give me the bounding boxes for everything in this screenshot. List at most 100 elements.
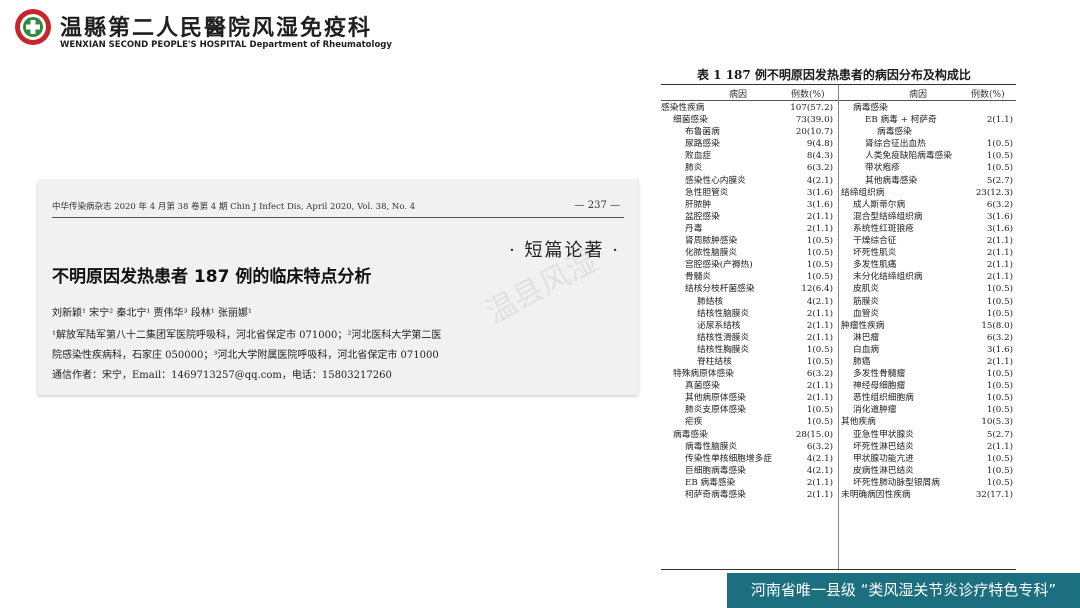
- cause-name: 其他病毒感染: [865, 175, 918, 186]
- cause-name: 肝脓肿: [685, 199, 712, 210]
- cause-name: 柯萨奇病毒感染: [685, 490, 746, 500]
- cause-name: 肿瘤性疾病: [841, 320, 885, 331]
- col-header-value-right: 例数(%): [971, 90, 1005, 100]
- cause-name: 细菌感染: [673, 115, 708, 126]
- case-count: 1(0.5): [986, 139, 1013, 150]
- table-row: 皮病性淋巴结炎 1(0.5): [841, 465, 1017, 477]
- col-header-name-right: 病因: [909, 90, 928, 100]
- cause-name: 病毒性脑膜炎: [685, 441, 738, 452]
- table-row: 恶性组织细胞病 1(0.5): [841, 392, 1017, 404]
- cause-name: 丹毒: [685, 223, 703, 234]
- cause-name: 多发性骨髓瘤: [853, 369, 906, 380]
- table-row: 脊柱结核 1(0.5): [661, 356, 837, 368]
- cause-name: 宫腔感染(产褥热): [685, 260, 753, 271]
- table-row: 丹毒 2(1.1): [661, 223, 837, 235]
- case-count: 6(3.2): [986, 332, 1013, 343]
- cause-name: 血管炎: [853, 308, 880, 319]
- table-row: 细菌感染 73(39.0): [661, 114, 837, 126]
- cause-name: 肺炎支原体感染: [685, 405, 746, 416]
- header-rule: [52, 217, 624, 218]
- cause-name: 未明确病因性疾病: [841, 490, 911, 500]
- case-count: 1(0.5): [806, 405, 833, 416]
- cause-name: 神经母细胞瘤: [853, 381, 906, 392]
- case-count: 5(2.7): [986, 429, 1013, 440]
- table-row: 巨细胞病毒感染 4(2.1): [661, 465, 837, 477]
- cause-name: 结缔组织病: [841, 187, 885, 198]
- cause-name: 带状疱疹: [865, 163, 900, 174]
- cause-name: 败血症: [685, 151, 712, 162]
- table-row: 骨髓炎 1(0.5): [661, 271, 837, 283]
- table-row: 肾综合征出血热 1(0.5): [841, 138, 1017, 150]
- table-row: 消化道肿瘤 1(0.5): [841, 404, 1017, 416]
- case-count: 2(1.1): [806, 332, 833, 343]
- case-count: 2(1.1): [986, 356, 1013, 367]
- cause-name: 结核分枝杆菌感染: [685, 284, 755, 295]
- table-row: 化脓性脑膜炎 1(0.5): [661, 247, 837, 259]
- journal-line: 中华传染病杂志 2020 年 4 月第 38 卷第 4 期 Chin J Inf…: [52, 202, 416, 212]
- cause-name: 多发性肌痛: [853, 260, 897, 271]
- cause-name: 坏死性肌炎: [853, 248, 897, 259]
- table-row: 筋膜炎 1(0.5): [841, 296, 1017, 308]
- table-row: 病毒感染: [841, 126, 1017, 138]
- case-count: 2(1.1): [806, 477, 833, 488]
- table-row: 病毒感染: [841, 102, 1017, 114]
- case-count: 3(1.6): [986, 223, 1013, 234]
- cause-name: 白血病: [853, 344, 880, 355]
- cause-name: 肺癌: [853, 356, 871, 367]
- case-count: 2(1.1): [986, 248, 1013, 259]
- cause-name: 筋膜炎: [853, 296, 880, 307]
- case-count: 6(3.2): [806, 369, 833, 380]
- case-count: 1(0.5): [986, 453, 1013, 464]
- table-row: 肾周脓肿感染 1(0.5): [661, 235, 837, 247]
- cause-name: 骨髓炎: [685, 272, 712, 283]
- cause-name: 真菌感染: [685, 381, 720, 392]
- case-count: 3(1.6): [806, 187, 833, 198]
- case-count: 1(0.5): [986, 405, 1013, 416]
- cause-name: 特殊病原体感染: [673, 369, 734, 380]
- table-row: 结核性脑膜炎 2(1.1): [661, 308, 837, 320]
- table-row: 人类免疫缺陷病毒感染 1(0.5): [841, 150, 1017, 162]
- case-count: 3(1.6): [806, 199, 833, 210]
- cause-name: 坏死性肺动脉型银屑病: [853, 477, 940, 488]
- case-count: 6(3.2): [986, 199, 1013, 210]
- paper-authors: 刘新颖¹ 宋宁² 秦北宁¹ 贾伟华³ 段林¹ 张丽娜¹: [52, 308, 252, 319]
- cause-name: 结核性脑膜炎: [697, 308, 750, 319]
- page-number: — 237 —: [574, 200, 620, 211]
- cause-name: 甲状腺功能亢进: [853, 453, 914, 464]
- cause-name: 肺炎: [685, 163, 703, 174]
- cause-name: 尿路感染: [685, 139, 720, 150]
- column-divider: [838, 85, 839, 569]
- case-count: 9(4.8): [806, 139, 833, 150]
- table-row: 干燥综合征 2(1.1): [841, 235, 1017, 247]
- table-row: 未分化结缔组织病 2(1.1): [841, 271, 1017, 283]
- case-count: 1(0.5): [806, 248, 833, 259]
- case-count: 1(0.5): [806, 272, 833, 283]
- case-count: 1(0.5): [986, 477, 1013, 488]
- cause-name: 肺结核: [697, 296, 724, 307]
- case-count: 1(0.5): [986, 151, 1013, 162]
- cause-name: 淋巴瘤: [853, 332, 880, 343]
- table-row: 肺结核 4(2.1): [661, 296, 837, 308]
- cause-name: 消化道肿瘤: [853, 405, 897, 416]
- case-count: 6(3.2): [806, 441, 833, 452]
- cause-name: 病毒感染: [877, 127, 912, 138]
- case-count: 2(1.1): [806, 223, 833, 234]
- case-count: 1(0.5): [986, 284, 1013, 295]
- table-row: 其他病原体感染 2(1.1): [661, 392, 837, 404]
- case-count: 4(2.1): [806, 465, 833, 476]
- cause-name: 巨细胞病毒感染: [685, 465, 746, 476]
- table-column-right: 病毒感染 EB 病毒 + 柯萨奇 2(1.1) 病毒感染 肾综合征出血热 1(0.5) 人类…: [841, 102, 1017, 501]
- cause-name: 感染性疾病: [661, 103, 705, 113]
- case-count: 32(17.1): [975, 490, 1013, 500]
- cause-name: 结核性滑膜炎: [697, 332, 750, 343]
- table-row: 亚急性甲状腺炎 5(2.7): [841, 429, 1017, 441]
- table-row: 柯萨奇病毒感染 2(1.1): [661, 489, 837, 501]
- table-row: 真菌感染 2(1.1): [661, 380, 837, 392]
- table-row: 混合型结缔组织病 3(1.6): [841, 211, 1017, 223]
- table-row: 结缔组织病 23(12.3): [841, 187, 1017, 199]
- case-count: 1(0.5): [806, 344, 833, 355]
- cause-name: 布鲁菌病: [685, 127, 720, 138]
- cause-name: 传染性单核细胞增多症: [685, 453, 772, 464]
- specialty-banner: 河南省唯一县级 “类风湿关节炎诊疗特色专科”: [727, 573, 1080, 608]
- table-row: 白血病 3(1.6): [841, 344, 1017, 356]
